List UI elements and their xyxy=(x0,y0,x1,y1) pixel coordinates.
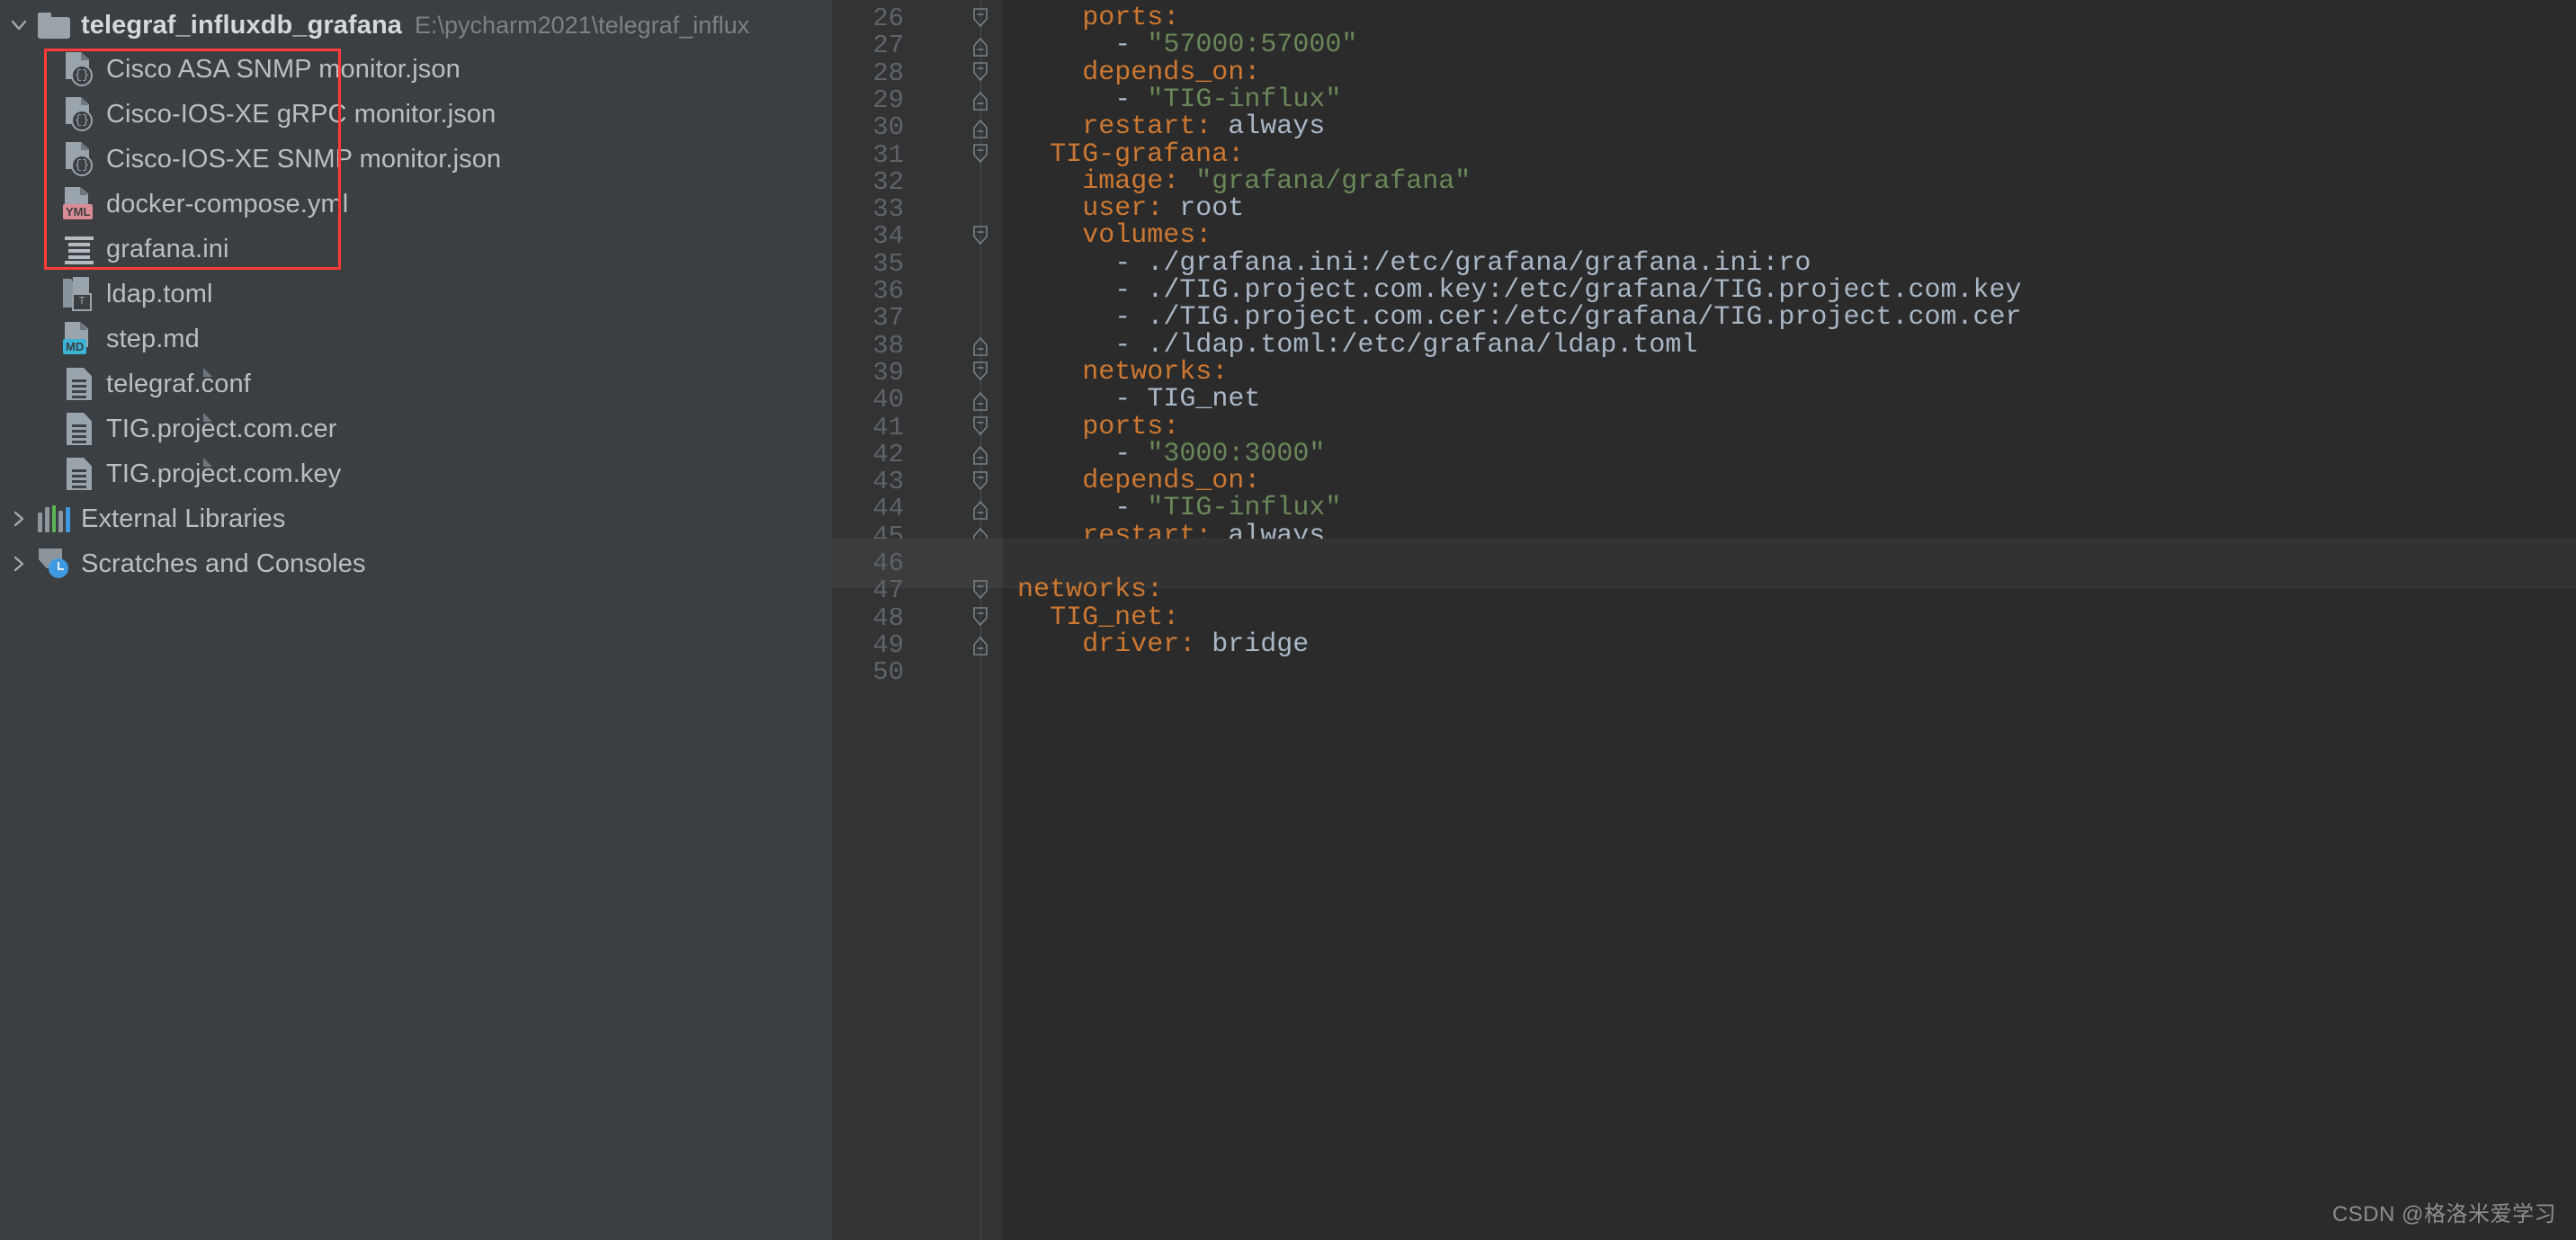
file-label: Cisco ASA SNMP monitor.json xyxy=(106,54,461,84)
tree-node-scratches[interactable]: Scratches and Consoles xyxy=(0,541,832,586)
tree-root-node[interactable]: telegraf_influxdb_grafana E:\pycharm2021… xyxy=(0,4,832,47)
tree-file-row[interactable]: {} Cisco-IOS-XE SNMP monitor.json xyxy=(0,137,832,182)
editor-code-area[interactable]: ports: - "57000:57000" depends_on: - "TIG-i… xyxy=(1003,0,2576,1240)
file-label: telegraf.conf xyxy=(106,369,251,398)
tree-node-label: Scratches and Consoles xyxy=(81,549,366,578)
csdn-watermark: CSDN @格洛米爱学习 xyxy=(2331,1202,2556,1227)
pycharm-window: telegraf_influxdb_grafana E:\pycharm2021… xyxy=(0,0,2576,1240)
json-file-icon: {} xyxy=(59,49,99,89)
file-label: TIG.project.com.cer xyxy=(106,414,337,443)
tree-file-row[interactable]: TIG.project.com.cer xyxy=(0,406,832,451)
code-editor[interactable]: 26 27 28 29 30 31 32 33 34 35 36 37 38 39 40 41 42 43 44 45… xyxy=(832,0,2576,1240)
tree-file-row[interactable]: {} Cisco-IOS-XE gRPC monitor.json xyxy=(0,92,832,137)
tree-file-row[interactable]: telegraf.conf xyxy=(0,361,832,406)
md-file-icon: MD xyxy=(59,319,99,359)
project-root-path: E:\pycharm2021\telegraf_influx xyxy=(415,11,750,39)
tree-file-row[interactable]: TIG.project.com.key xyxy=(0,451,832,496)
toml-file-icon: T xyxy=(59,274,99,314)
file-label: grafana.ini xyxy=(106,234,229,263)
cer-file-icon xyxy=(59,409,212,449)
json-file-icon: {} xyxy=(59,94,99,134)
tree-file-row[interactable]: {} Cisco ASA SNMP monitor.json xyxy=(0,47,832,92)
folder-icon xyxy=(34,5,74,45)
file-label: ldap.toml xyxy=(106,279,213,308)
tree-file-row[interactable]: YML docker-compose.yml xyxy=(0,182,832,227)
libraries-icon xyxy=(34,499,74,539)
current-line-highlight xyxy=(1003,539,2576,588)
yml-badge: YML xyxy=(63,204,94,219)
line-number: 50 xyxy=(872,657,904,688)
chevron-down-icon[interactable] xyxy=(4,15,34,35)
scratches-icon xyxy=(34,544,74,584)
file-label: docker-compose.yml xyxy=(106,189,349,219)
ini-file-icon xyxy=(59,229,99,269)
key-file-icon xyxy=(59,454,212,494)
tree-node-label: External Libraries xyxy=(81,504,286,533)
conf-file-icon xyxy=(59,364,212,404)
fold-toggle-collapse-up[interactable] xyxy=(969,620,992,670)
chevron-right-icon[interactable] xyxy=(4,554,34,574)
toml-badge: T xyxy=(72,293,92,311)
project-tree-panel: telegraf_influxdb_grafana E:\pycharm2021… xyxy=(0,0,832,1240)
code-token: ./ldap.toml:/etc/grafana/ldap.toml xyxy=(1147,329,1698,361)
yml-file-icon: YML xyxy=(59,184,99,224)
project-root-name: telegraf_influxdb_grafana xyxy=(81,10,403,40)
md-badge: MD xyxy=(63,339,87,354)
tree-file-row[interactable]: grafana.ini xyxy=(0,227,832,272)
editor-gutter[interactable]: 26 27 28 29 30 31 32 33 34 35 36 37 38 39 40 41 42 43 44 45… xyxy=(832,0,1003,1240)
fold-toggle-collapse-down[interactable] xyxy=(969,130,992,180)
file-label: Cisco-IOS-XE SNMP monitor.json xyxy=(106,144,502,174)
code-token: bridge xyxy=(1212,629,1310,660)
tree-file-row[interactable]: T ldap.toml xyxy=(0,272,832,317)
code-token: : xyxy=(1179,629,1212,660)
file-label: TIG.project.com.key xyxy=(106,459,342,488)
tree-node-external-libraries[interactable]: External Libraries xyxy=(0,496,832,541)
fold-toggle-collapse-down[interactable] xyxy=(969,211,992,261)
code-line[interactable]: driver: bridge xyxy=(1082,620,1309,670)
chevron-right-icon[interactable] xyxy=(4,509,34,529)
file-label: step.md xyxy=(106,324,200,353)
file-label: Cisco-IOS-XE gRPC monitor.json xyxy=(106,99,496,129)
code-token: driver xyxy=(1082,629,1180,660)
tree-file-row[interactable]: MD step.md xyxy=(0,317,832,361)
json-file-icon: {} xyxy=(59,139,99,179)
